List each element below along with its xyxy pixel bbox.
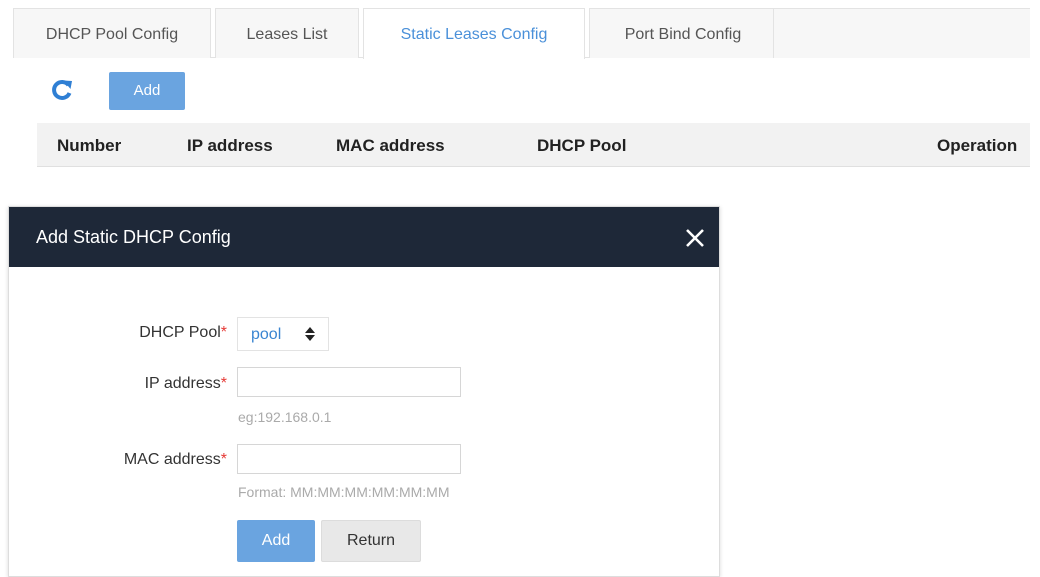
column-header-number[interactable]: Number: [57, 136, 121, 156]
mac-address-label: MAC address*: [89, 451, 227, 469]
ip-address-hint: eg:192.168.0.1: [238, 409, 332, 425]
tab-list: DHCP Pool Config Leases List Static Leas…: [13, 8, 781, 59]
required-mark: *: [220, 324, 227, 341]
ip-address-input[interactable]: [237, 367, 461, 397]
column-header-operation[interactable]: Operation: [937, 136, 1017, 156]
tab-leases-list[interactable]: Leases List: [215, 8, 359, 58]
ip-address-label: IP address*: [109, 375, 227, 393]
column-header-mac-address[interactable]: MAC address: [336, 136, 445, 156]
dhcp-pool-select[interactable]: pool: [237, 317, 329, 351]
required-mark: *: [220, 375, 227, 392]
add-button[interactable]: Add: [109, 72, 185, 110]
close-icon: [686, 229, 704, 247]
dhcp-pool-selected-value: pool: [251, 326, 282, 343]
tab-port-bind-config[interactable]: Port Bind Config: [589, 8, 777, 58]
tab-static-leases-config[interactable]: Static Leases Config: [363, 8, 585, 59]
column-header-ip-address[interactable]: IP address: [187, 136, 273, 156]
refresh-icon: [52, 80, 72, 100]
dialog-return-button[interactable]: Return: [321, 520, 421, 562]
tab-bar-filler: [773, 8, 1030, 58]
mac-address-hint: Format: MM:MM:MM:MM:MM:MM: [238, 484, 450, 500]
mac-address-label-text: MAC address: [123, 451, 221, 468]
tab-dhcp-pool-config[interactable]: DHCP Pool Config: [13, 8, 211, 58]
dialog-add-button[interactable]: Add: [237, 520, 315, 562]
add-static-dhcp-dialog: Add Static DHCP Config DHCP Pool* pool I…: [8, 206, 720, 577]
dhcp-pool-label: DHCP Pool*: [109, 324, 227, 342]
mac-address-input[interactable]: [237, 444, 461, 474]
dialog-title: Add Static DHCP Config: [36, 227, 231, 247]
required-mark: *: [220, 451, 227, 468]
close-button[interactable]: [684, 227, 706, 249]
table-header: Number IP address MAC address DHCP Pool …: [37, 123, 1030, 167]
column-header-dhcp-pool[interactable]: DHCP Pool: [537, 136, 626, 156]
sort-arrows-icon: [305, 327, 315, 341]
ip-address-label-text: IP address: [144, 375, 221, 392]
tab-bar: DHCP Pool Config Leases List Static Leas…: [13, 8, 1030, 59]
dhcp-pool-label-text: DHCP Pool: [139, 324, 221, 341]
refresh-button[interactable]: [48, 76, 76, 104]
dialog-header: Add Static DHCP Config: [9, 207, 719, 267]
